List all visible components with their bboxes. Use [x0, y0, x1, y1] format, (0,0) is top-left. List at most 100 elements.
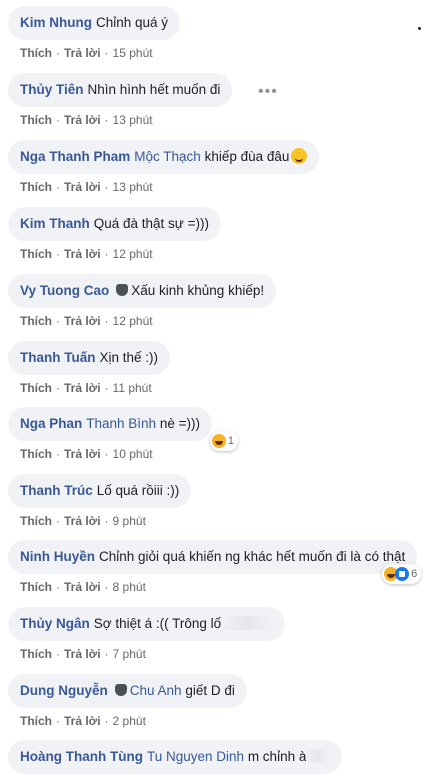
comment-text: Chỉnh quá ý — [96, 15, 169, 30]
comment-actions: Thích · Trả lời · 8 phút — [20, 580, 146, 594]
like-link[interactable]: Thích — [20, 381, 52, 395]
comment: Thanh Tuấn Xịn thế :)) Thích · Trả lời · 11 p… — [8, 341, 171, 395]
comment: Nga Thanh Pham Mộc Thạch khiếp đùa đâu Th… — [8, 140, 320, 194]
reply-link[interactable]: Trả lời — [64, 514, 101, 528]
reply-link[interactable]: Trả lời — [64, 447, 101, 461]
comment-mention[interactable]: Chu Anh — [130, 683, 182, 698]
comment-time[interactable]: 13 phút — [113, 180, 153, 194]
comment-actions: Thích · Trả lời · 12 phút — [20, 314, 153, 328]
comment: Vy Tuong Cao Xấu kinh khủng khiếp! Thích ·… — [8, 274, 277, 328]
comment-author[interactable]: Thủy Tiên — [20, 82, 84, 97]
comment-text: Nhìn hình hết muốn đi — [87, 82, 221, 97]
reaction-count: 6 — [411, 568, 418, 580]
comment-mention[interactable]: Tu Nguyen Dinh — [147, 749, 244, 764]
smile-emoji-icon — [291, 148, 308, 164]
comment-actions: Thích · Trả lời · 7 phút — [20, 647, 146, 661]
comment-time[interactable]: 11 phút — [113, 381, 152, 395]
comment-time[interactable]: 12 phút — [113, 247, 153, 261]
comment-text: Xịn thế :)) — [99, 350, 159, 365]
reply-link[interactable]: Trả lời — [64, 46, 101, 60]
comment-bubble: Ninh Huyền Chỉnh giỏi quá khiến ng khác h… — [8, 540, 422, 584]
reaction-summary[interactable]: 6 — [382, 564, 422, 584]
reply-link[interactable]: Trả lời — [64, 180, 101, 194]
like-link[interactable]: Thích — [20, 46, 52, 60]
like-link[interactable]: Thích — [20, 580, 52, 594]
comment-bubble: Vy Tuong Cao Xấu kinh khủng khiếp! — [8, 274, 277, 308]
comment-bubble: Dung Nguyễn Chu Anh giết D đi — [8, 674, 247, 708]
comment-bubble: Thủy Ngân Sợ thiệt á :(( Trông lố — [8, 607, 286, 641]
comment-author[interactable]: Hoàng Thanh Tùng — [20, 749, 143, 764]
like-reaction-icon — [395, 567, 410, 581]
comment-author[interactable]: Vy Tuong Cao — [20, 283, 109, 298]
comment-text: giết D đi — [185, 683, 235, 698]
comment: Thanh Trúc Lố quá rồiii :)) Thích · Trả lời… — [8, 474, 192, 528]
comment-time[interactable]: 15 phút — [113, 46, 153, 60]
comment-bubble: Nga Phan Thanh Bình nè =))) 1 — [8, 407, 238, 451]
comment-bubble: Thanh Trúc Lố quá rồiii :)) — [8, 474, 192, 508]
comment-author[interactable]: Thanh Tuấn — [20, 350, 96, 365]
comment-text: nè =))) — [159, 416, 200, 431]
comment-text: Lố quá rồiii :)) — [96, 483, 180, 498]
reply-link[interactable]: Trả lời — [64, 580, 101, 594]
reply-link[interactable]: Trả lời — [64, 714, 101, 728]
comment-actions: Thích · Trả lời · 15 phút — [20, 46, 153, 60]
comment-time[interactable]: 8 phút — [113, 580, 146, 594]
comment: Dung Nguyễn Chu Anh giết D đi Thích · Trả l… — [8, 674, 247, 728]
comment: Nga Phan Thanh Bình nè =))) 1 Thích · Trả l… — [8, 407, 238, 461]
like-link[interactable]: Thích — [20, 113, 52, 127]
haha-reaction-icon — [211, 434, 226, 448]
comment: Thủy Ngân Sợ thiệt á :(( Trông lố Thích · T… — [8, 607, 286, 661]
reply-link[interactable]: Trả lời — [64, 647, 101, 661]
comment-author[interactable]: Kim Nhung — [20, 15, 92, 30]
comment-time[interactable]: 12 phút — [113, 314, 153, 328]
comment-author[interactable]: Thủy Ngân — [20, 616, 90, 631]
reaction-summary[interactable]: 1 — [209, 431, 238, 451]
comment-time[interactable]: 13 phút — [113, 113, 153, 127]
comment: Kim Nhung Chỉnh quá ý Thích · Trả lời · 15 ph… — [8, 6, 181, 60]
blurred-region — [221, 616, 274, 630]
like-link[interactable]: Thích — [20, 180, 52, 194]
comment-time[interactable]: 2 phút — [113, 714, 146, 728]
like-link[interactable]: Thích — [20, 447, 52, 461]
reply-link[interactable]: Trả lời — [64, 113, 101, 127]
comment-actions: Thích · Trả lời · 11 phút — [20, 381, 152, 395]
comment-actions: Thích · Trả lời · 13 phút — [20, 180, 153, 194]
comment-mention[interactable]: Mộc Thạch — [134, 149, 201, 164]
reply-link[interactable]: Trả lời — [64, 247, 101, 261]
comment-time[interactable]: 10 phút — [113, 447, 153, 461]
comment-actions: Thích · Trả lời · 9 phút — [20, 514, 146, 528]
like-link[interactable]: Thích — [20, 514, 52, 528]
comment: Kim Thanh Quá đà thật sự =))) Thích · Trả l… — [8, 207, 221, 261]
comment-bubble: Kim Nhung Chỉnh quá ý — [8, 6, 181, 40]
comment-author[interactable]: Nga Phan — [20, 416, 82, 431]
like-link[interactable]: Thích — [20, 314, 52, 328]
comment-text: khiếp đùa đâu — [204, 149, 290, 164]
comment-actions: Thích · Trả lời · 10 phút — [20, 447, 153, 461]
comment-author[interactable]: Thanh Trúc — [20, 483, 93, 498]
comment-time[interactable]: 9 phút — [113, 514, 146, 528]
comment: Thủy Tiên Nhìn hình hết muốn đi ••• Thích… — [8, 73, 308, 127]
comment: Hoàng Thanh Tùng Tu Nguyen Dinh m chỉnh à — [8, 740, 343, 774]
like-link[interactable]: Thích — [20, 714, 52, 728]
comment: Ninh Huyền Chỉnh giỏi quá khiến ng khác h… — [8, 540, 422, 594]
comment-bubble: Thanh Tuấn Xịn thế :)) — [8, 341, 171, 375]
more-options-icon[interactable]: ••• — [258, 83, 278, 101]
comment-author[interactable]: Nga Thanh Pham — [20, 149, 130, 164]
comment-author[interactable]: Kim Thanh — [20, 216, 90, 231]
reaction-count: 1 — [227, 435, 234, 447]
reply-link[interactable]: Trả lời — [64, 314, 101, 328]
comment-author[interactable]: Dung Nguyễn — [20, 683, 108, 698]
comment-actions: Thích · Trả lời · 13 phút — [20, 113, 153, 127]
wave-icon — [116, 284, 129, 296]
wave-icon — [114, 684, 127, 696]
like-link[interactable]: Thích — [20, 647, 52, 661]
comment-bubble: Thủy Tiên Nhìn hình hết muốn đi — [8, 73, 233, 107]
comment-time[interactable]: 7 phút — [113, 647, 146, 661]
reply-link[interactable]: Trả lời — [64, 381, 101, 395]
comment-text: Quá đà thật sự =))) — [93, 216, 209, 231]
comment-bubble: Kim Thanh Quá đà thật sự =))) — [8, 207, 221, 241]
comment-author[interactable]: Ninh Huyền — [20, 549, 95, 564]
comment-mention[interactable]: Thanh Bình — [86, 416, 156, 431]
like-link[interactable]: Thích — [20, 247, 52, 261]
comment-text: Sợ thiệt á :(( Trông lố — [93, 616, 222, 631]
